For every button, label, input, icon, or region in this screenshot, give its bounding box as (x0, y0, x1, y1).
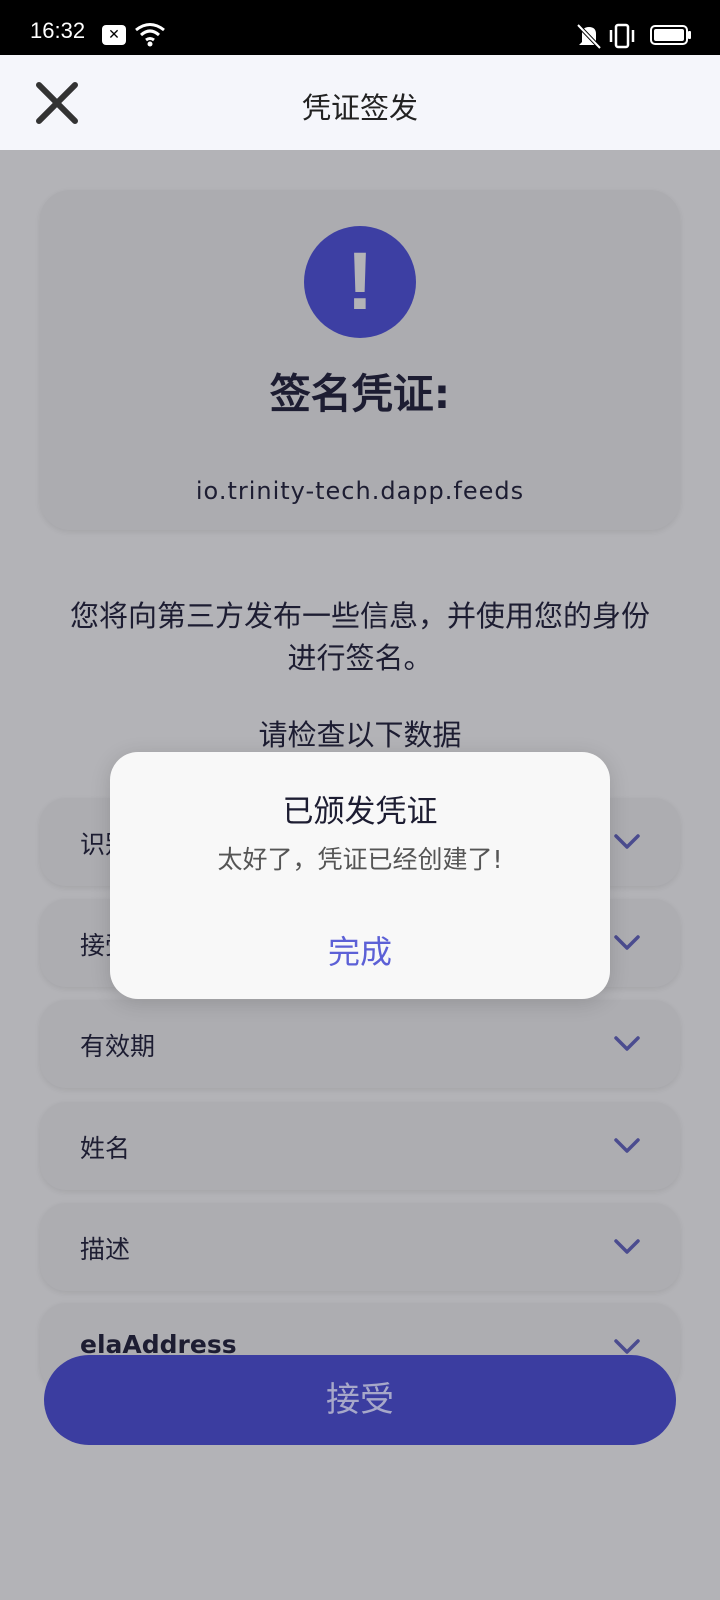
dialog-title: 已颁发凭证 (282, 794, 438, 830)
row-validity[interactable]: 有效期 (40, 1000, 680, 1088)
page-title: 凭证签发 (301, 91, 418, 125)
app-id: io.trinity-tech.dapp.feeds (195, 477, 525, 505)
chevron-down-icon (614, 1036, 640, 1051)
card-title: 签名凭证: (269, 370, 451, 418)
status-bar: 16:32 ✕ (0, 0, 720, 55)
mute-icon (576, 23, 602, 50)
row-label: 描述 (80, 1235, 131, 1264)
chevron-down-icon (614, 834, 640, 849)
chevron-down-icon (614, 935, 640, 950)
row-description[interactable]: 描述 (40, 1203, 680, 1291)
app-header: 凭证签发 (0, 55, 720, 150)
exclamation-glyph: ! (346, 236, 374, 327)
row-label: 有效期 (80, 1032, 156, 1061)
status-time: 16:32 (30, 18, 86, 43)
close-box-icon: ✕ (102, 25, 126, 45)
done-button[interactable]: 完成 (270, 922, 450, 978)
description-text: 您将向第三方发布一些信息，并使用您的身份进行签名。 (70, 599, 651, 675)
battery-icon (650, 25, 691, 45)
accept-button-label: 接受 (326, 1381, 394, 1419)
wifi-icon (135, 23, 165, 47)
exclamation-icon: ! (304, 226, 416, 338)
credential-issued-dialog: 已颁发凭证 太好了，凭证已经创建了! 完成 (110, 752, 610, 999)
dialog-message: 太好了，凭证已经创建了! (217, 845, 503, 874)
vibrate-icon (609, 23, 635, 49)
credential-info-card: ! 签名凭证: io.trinity-tech.dapp.feeds (40, 190, 680, 530)
accept-button[interactable]: 接受 (44, 1355, 676, 1445)
check-data-label: 请检查以下数据 (258, 718, 462, 752)
chevron-down-icon (614, 1239, 640, 1254)
row-label: 姓名 (80, 1134, 131, 1163)
chevron-down-icon (614, 1138, 640, 1153)
row-name[interactable]: 姓名 (40, 1102, 680, 1190)
